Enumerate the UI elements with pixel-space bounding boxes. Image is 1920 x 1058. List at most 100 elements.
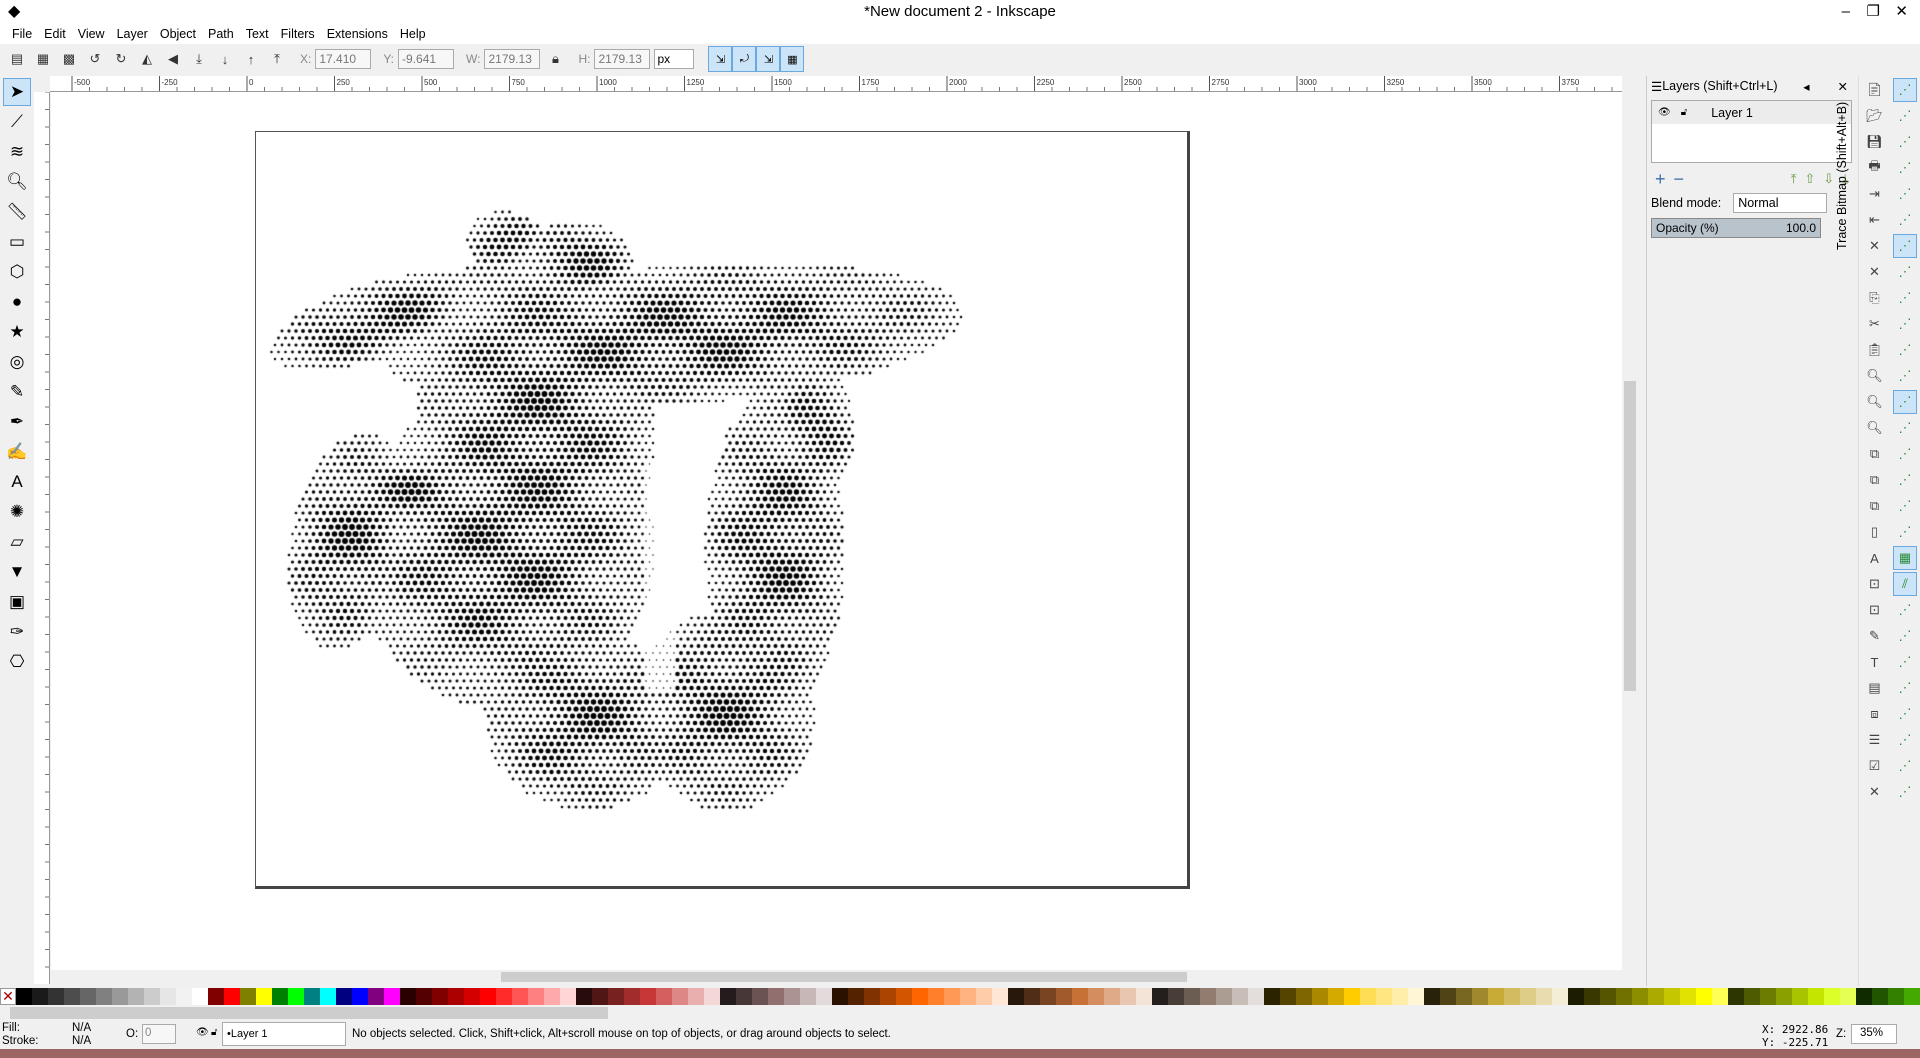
- color-swatch[interactable]: [1024, 988, 1040, 1005]
- snap-toggle-icon[interactable]: ⋰: [1893, 208, 1917, 232]
- color-swatch[interactable]: [992, 988, 1008, 1005]
- snap-toggle-icon[interactable]: ⋰: [1893, 286, 1917, 310]
- color-swatch[interactable]: [1168, 988, 1184, 1005]
- palette-scrollbar[interactable]: [0, 1006, 1920, 1020]
- snap-toggle-icon[interactable]: ⋰: [1893, 728, 1917, 752]
- color-swatch[interactable]: [1600, 988, 1616, 1005]
- snap-toggle-icon[interactable]: ⋰: [1893, 442, 1917, 466]
- color-swatch[interactable]: [1568, 988, 1584, 1005]
- color-swatch[interactable]: [816, 988, 832, 1005]
- color-swatch[interactable]: [960, 988, 976, 1005]
- zoom-drawing-icon[interactable]: 🔍︎: [1863, 390, 1887, 414]
- color-swatch[interactable]: [800, 988, 816, 1005]
- preferences-icon[interactable]: ☑: [1863, 754, 1887, 778]
- h-field[interactable]: 2179.13: [594, 49, 651, 69]
- color-swatch[interactable]: [384, 988, 400, 1005]
- color-swatch[interactable]: [1520, 988, 1536, 1005]
- color-swatch[interactable]: [352, 988, 368, 1005]
- rotate-ccw-icon[interactable]: ↺: [84, 48, 106, 70]
- color-swatch[interactable]: [1536, 988, 1552, 1005]
- horizontal-scrollbar[interactable]: [51, 970, 1622, 984]
- color-swatch[interactable]: [192, 988, 208, 1005]
- layer-visibility-icon[interactable]: 👁︎: [196, 1027, 209, 1038]
- color-swatch[interactable]: [1328, 988, 1344, 1005]
- raise-layer-top-icon[interactable]: ⤒: [1791, 171, 1797, 187]
- color-swatch[interactable]: [1824, 988, 1840, 1005]
- layer-row[interactable]: 👁︎ 🔓︎ Layer 1: [1652, 101, 1851, 124]
- color-swatch[interactable]: [1408, 988, 1424, 1005]
- star-tool-icon[interactable]: ★: [3, 318, 31, 346]
- y-field[interactable]: -9.641: [398, 49, 455, 69]
- unit-select[interactable]: px: [654, 49, 695, 69]
- x-field[interactable]: 17.410: [315, 49, 372, 69]
- text-icon[interactable]: T: [1863, 650, 1887, 674]
- color-swatch[interactable]: [16, 988, 32, 1005]
- color-swatch[interactable]: [1040, 988, 1056, 1005]
- color-swatch[interactable]: [1584, 988, 1600, 1005]
- text-font-icon[interactable]: ⊡: [1863, 598, 1887, 622]
- snap-toggle-icon[interactable]: ⋰: [1893, 650, 1917, 674]
- color-swatch[interactable]: [640, 988, 656, 1005]
- eraser-tool-icon[interactable]: ▱: [3, 528, 31, 556]
- raise-layer-icon[interactable]: ⇧: [1804, 171, 1815, 187]
- gradient-tool-icon[interactable]: ▣: [3, 588, 31, 616]
- color-swatch[interactable]: [1200, 988, 1216, 1005]
- menu-file[interactable]: File: [6, 24, 38, 44]
- scale-stroke-toggle[interactable]: ⇲: [708, 46, 733, 72]
- measure-tool-icon[interactable]: 📏︎: [3, 198, 31, 226]
- lock-icon[interactable]: 🔓︎: [1681, 107, 1687, 118]
- transform-icon[interactable]: ⧈: [1863, 702, 1887, 726]
- remove-layer-icon[interactable]: −: [1674, 169, 1685, 190]
- color-swatch[interactable]: [448, 988, 464, 1005]
- snap-toggle-icon[interactable]: ⋰: [1893, 234, 1917, 258]
- calligraphy-tool-icon[interactable]: ✍: [3, 438, 31, 466]
- snap-toggle-icon[interactable]: ▦: [1893, 546, 1917, 570]
- color-swatch[interactable]: [160, 988, 176, 1005]
- snap-toggle-icon[interactable]: ⋰: [1893, 754, 1917, 778]
- spiral-tool-icon[interactable]: ◎: [3, 348, 31, 376]
- snap-toggle-icon[interactable]: ⋰: [1893, 260, 1917, 284]
- w-field[interactable]: 2179.13: [484, 49, 541, 69]
- snap-toggle-icon[interactable]: ⋰: [1893, 624, 1917, 648]
- stroke-value[interactable]: N/A: [72, 1035, 91, 1047]
- open-icon[interactable]: 📂︎: [1863, 104, 1887, 128]
- node-edit-tool-icon[interactable]: ⟋: [3, 108, 31, 136]
- snap-toggle-icon[interactable]: ⋰: [1893, 468, 1917, 492]
- zoom-page-icon[interactable]: 🔍︎: [1863, 416, 1887, 440]
- color-swatch[interactable]: [32, 988, 48, 1005]
- fill-stroke-icon[interactable]: ⊡: [1863, 572, 1887, 596]
- color-swatch[interactable]: [1120, 988, 1136, 1005]
- pencil-tool-icon[interactable]: ✎: [3, 378, 31, 406]
- duplicate-icon[interactable]: ⧉: [1863, 442, 1887, 466]
- current-layer-select[interactable]: •Layer 1: [222, 1022, 346, 1046]
- color-swatch[interactable]: [368, 988, 384, 1005]
- fill-value[interactable]: N/A: [72, 1022, 91, 1034]
- color-swatch[interactable]: [1344, 988, 1360, 1005]
- color-swatch[interactable]: [1888, 988, 1904, 1005]
- group-icon[interactable]: ▯: [1863, 520, 1887, 544]
- zoom-selection-icon[interactable]: 🔍︎: [1863, 364, 1887, 388]
- clone-icon[interactable]: ⧉: [1863, 468, 1887, 492]
- minimize-button[interactable]: –: [1842, 0, 1850, 24]
- color-swatch[interactable]: [80, 988, 96, 1005]
- color-swatch[interactable]: [608, 988, 624, 1005]
- color-swatch[interactable]: [1632, 988, 1648, 1005]
- menu-view[interactable]: View: [72, 24, 111, 44]
- color-swatch[interactable]: [288, 988, 304, 1005]
- color-swatch[interactable]: [1808, 988, 1824, 1005]
- color-swatch[interactable]: [432, 988, 448, 1005]
- copy-icon[interactable]: ⎘: [1863, 286, 1887, 310]
- snap-toggle-icon[interactable]: ⋰: [1893, 312, 1917, 336]
- blend-mode-select[interactable]: Normal: [1733, 193, 1828, 213]
- color-swatch[interactable]: [336, 988, 352, 1005]
- color-swatch[interactable]: [1792, 988, 1808, 1005]
- undo-icon[interactable]: ✕: [1863, 234, 1887, 258]
- color-swatch[interactable]: [1216, 988, 1232, 1005]
- menu-extensions[interactable]: Extensions: [321, 24, 394, 44]
- color-swatch[interactable]: [1232, 988, 1248, 1005]
- color-swatch[interactable]: [1616, 988, 1632, 1005]
- color-swatch[interactable]: [1296, 988, 1312, 1005]
- color-swatch[interactable]: [784, 988, 800, 1005]
- select-all-layers-icon[interactable]: ▦: [32, 48, 54, 70]
- color-swatch[interactable]: [1744, 988, 1760, 1005]
